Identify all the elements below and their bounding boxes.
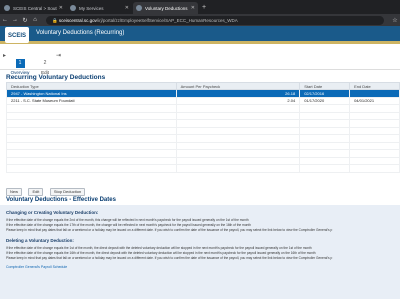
tab-close-icon[interactable]: ✕: [191, 5, 195, 11]
effective-dates-panel: Changing or Creating Voluntary Deduction…: [0, 205, 400, 299]
step-number: 1: [15, 59, 25, 68]
roadmap: ▸ 1 Overview 2 Edit ⇥: [0, 48, 400, 75]
stop-deduction-button[interactable]: Stop Deduction: [49, 188, 86, 196]
column-header[interactable]: Amount Per Paycheck: [175, 82, 301, 90]
step-edit[interactable]: 2 Edit: [36, 51, 54, 75]
cell-deduction-type: 2211 - S.C. State Museum Foundati: [6, 96, 177, 105]
browser-tab-1[interactable]: SCEIS Central > South Carolina E ✕: [1, 2, 66, 14]
step-number: 2: [43, 60, 47, 66]
tab-favicon-icon: [70, 5, 76, 11]
browser-tab-bar: SCEIS Central > South Carolina E ✕ My Se…: [0, 0, 400, 14]
info-line: If the effective date of the change equa…: [6, 251, 316, 255]
sceis-logo: ~ SCEIS: [5, 27, 29, 43]
new-tab-button[interactable]: +: [202, 2, 206, 14]
home-icon[interactable]: ⌂: [30, 17, 40, 23]
tab-close-icon[interactable]: ✕: [59, 5, 63, 11]
button-bar: New Edit Stop Deduction: [6, 180, 87, 198]
cell-deduction-type: 2947 - Washington National Ins: [6, 89, 177, 98]
browser-tab-2[interactable]: My Services ✕: [67, 2, 132, 14]
column-header[interactable]: End Date: [349, 82, 400, 90]
deductions-table: Deduction Type Amount Per Paycheck Start…: [6, 82, 400, 173]
forward-icon[interactable]: →: [10, 17, 20, 23]
url-input[interactable]: 🔒 sceiscentral.sc.gov/irj/portal/zz/Empl…: [46, 15, 384, 25]
table-row-empty: [6, 119, 400, 128]
table-row-empty: [6, 126, 400, 135]
tab-title: SCEIS Central > South Carolina E: [13, 5, 57, 11]
logo-text: SCEIS: [7, 33, 26, 39]
table-row-empty: [6, 156, 400, 165]
url-path: /irj/portal/zz/EmployeeSelfService/SAP_E…: [96, 17, 238, 23]
column-header[interactable]: Deduction Type: [6, 82, 177, 90]
new-button[interactable]: New: [6, 188, 23, 196]
table-row-empty: [6, 111, 400, 120]
page-title: Recurring Voluntary Deductions: [6, 74, 106, 81]
app-title: Voluntary Deductions (Recurring): [36, 30, 125, 36]
payroll-schedule-link[interactable]: Comptroller General's Payroll Schedule: [6, 265, 67, 269]
table-row[interactable]: 2211 - S.C. State Museum Foundati 2.04 0…: [6, 96, 400, 105]
url-host: sceiscentral.sc.gov: [58, 17, 97, 23]
table-row-empty: [6, 104, 400, 113]
tab-title: My Services: [79, 5, 104, 11]
table-row-empty: [6, 164, 400, 173]
tab-close-icon[interactable]: ✕: [125, 5, 129, 11]
table-header-row: Deduction Type Amount Per Paycheck Start…: [6, 82, 400, 90]
column-header[interactable]: Start Date: [299, 82, 351, 90]
step-overview[interactable]: 1 Overview: [9, 51, 31, 75]
info-line: Please keep in mind that pay dates that …: [6, 228, 333, 232]
lock-icon: 🔒: [52, 17, 58, 23]
logo-swoosh: ~: [8, 34, 11, 39]
info-line: Please keep in mind that pay dates that …: [6, 256, 333, 260]
address-bar: ← → ↻ ⌂ 🔒 sceiscentral.sc.gov/irj/portal…: [0, 14, 400, 26]
tab-title: Voluntary Deductions (Recurring): [145, 5, 189, 11]
effective-dates-title: Voluntary Deductions - Effective Dates: [6, 197, 116, 203]
cell-end-date: 04/01/2021: [349, 96, 400, 105]
table-row-empty: [6, 149, 400, 158]
edit-button[interactable]: Edit: [28, 188, 44, 196]
cell-end-date: [349, 89, 400, 98]
info-line: If the effective date of the change equa…: [6, 246, 312, 250]
roadmap-start-icon: ▸: [3, 53, 7, 59]
cell-amount: 2.04: [175, 96, 301, 105]
roadmap-end-icon: ⇥: [56, 53, 62, 59]
section-heading: Changing or Creating Voluntary Deduction…: [6, 210, 99, 215]
cell-amount: 26.18: [175, 89, 301, 98]
cell-start-date: 01/17/2020: [299, 96, 351, 105]
browser-tab-3[interactable]: Voluntary Deductions (Recurring) ✕: [133, 2, 198, 14]
reload-icon[interactable]: ↻: [20, 17, 30, 24]
info-line: If the effective date of the change equa…: [6, 223, 251, 227]
section-heading: Deleting a Voluntary Deduction:: [6, 238, 74, 243]
tab-favicon-icon: [136, 5, 142, 11]
table-row-empty: [6, 141, 400, 150]
star-icon[interactable]: ☆: [390, 17, 400, 24]
tab-favicon-icon: [4, 5, 10, 11]
info-line: If the effective date of the change equa…: [6, 218, 249, 222]
back-icon[interactable]: ←: [0, 17, 10, 23]
table-row-empty: [6, 134, 400, 143]
cell-start-date: 02/17/2016: [299, 89, 351, 98]
table-row[interactable]: 2947 - Washington National Ins 26.18 02/…: [6, 89, 400, 98]
